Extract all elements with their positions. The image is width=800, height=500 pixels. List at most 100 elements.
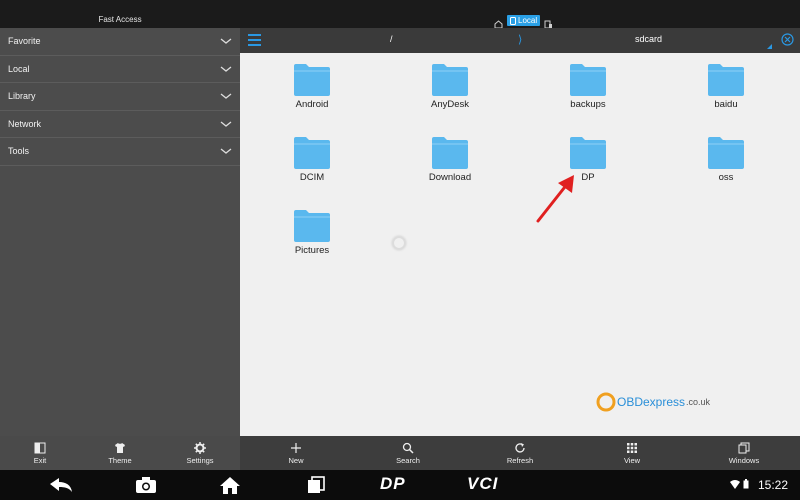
- grid-icon: [627, 442, 637, 453]
- folder-icon: [708, 137, 744, 169]
- battery-icon: [743, 479, 749, 489]
- settings-label: Settings: [186, 455, 214, 465]
- loading-spinner: [392, 236, 406, 250]
- folder-item[interactable]: backups: [548, 61, 628, 110]
- watermark-text: OBDexpress: [617, 395, 686, 409]
- folder-item[interactable]: AnyDesk: [410, 61, 490, 110]
- home-icon[interactable]: [219, 476, 241, 495]
- file-grid: Android AnyDesk backups baidu DCIM Download DP…: [240, 53, 800, 436]
- chevron-down-icon: [220, 66, 232, 72]
- chevron-down-icon: [220, 148, 232, 155]
- sidebar-item-label: Local: [8, 63, 30, 74]
- folder-name: Pictures: [294, 245, 330, 256]
- folder-item[interactable]: DCIM: [272, 134, 352, 183]
- obdexpress-logo-icon: [596, 392, 616, 412]
- folder-icon: [708, 64, 744, 96]
- folder-name: oss: [718, 172, 734, 183]
- chevron-down-icon: [220, 121, 232, 127]
- fast-access-title: Fast Access: [98, 15, 142, 24]
- sidebar-item-tools[interactable]: Tools: [0, 138, 240, 166]
- sidebar-item-label: Network: [8, 118, 42, 129]
- watermark-suffix: .co.uk: [686, 397, 711, 407]
- folder-icon: [294, 137, 330, 169]
- corner-triangle-icon: [767, 44, 772, 49]
- recent-apps-icon[interactable]: [306, 476, 326, 494]
- phone-icon: [510, 16, 516, 25]
- refresh-icon: [515, 442, 525, 453]
- window-tabs: Local: [494, 15, 553, 29]
- folder-item[interactable]: Android: [272, 61, 352, 110]
- settings-button[interactable]: Settings: [160, 436, 240, 470]
- refresh-button[interactable]: Refresh: [464, 436, 576, 470]
- dp-app-button[interactable]: DP: [380, 474, 406, 494]
- folder-item[interactable]: Pictures: [272, 207, 352, 256]
- view-button[interactable]: View: [576, 436, 688, 470]
- path-current[interactable]: sdcard: [635, 34, 662, 44]
- close-icon[interactable]: [781, 33, 794, 46]
- red-arrow-icon: [536, 175, 574, 223]
- sidebar-item-label: Library: [8, 91, 36, 102]
- folder-name: backups: [570, 99, 606, 110]
- menu-icon[interactable]: [248, 34, 261, 46]
- new-button[interactable]: New: [240, 436, 352, 470]
- home-tab-icon[interactable]: [494, 16, 503, 29]
- folder-item[interactable]: Download: [410, 134, 490, 183]
- sidebar-item-library[interactable]: Library: [0, 83, 240, 111]
- path-separator: ⟩: [518, 34, 523, 46]
- status-time: 15:22: [758, 478, 789, 492]
- exit-label: Exit: [33, 455, 47, 465]
- search-label: Search: [396, 455, 420, 465]
- search-icon: [402, 442, 414, 454]
- windows-icon: [738, 442, 750, 453]
- folder-name: baidu: [714, 99, 738, 110]
- folder-icon: [432, 64, 468, 96]
- view-label: View: [623, 455, 641, 465]
- path-bar: / ⟩ sdcard: [240, 28, 800, 53]
- folder-item[interactable]: oss: [686, 134, 766, 183]
- folder-icon: [570, 137, 606, 169]
- top-bar: Fast Access Local: [0, 0, 800, 29]
- sidebar-item-favorite[interactable]: Favorite: [0, 28, 240, 56]
- folder-item[interactable]: baidu: [686, 61, 766, 110]
- path-root[interactable]: /: [390, 34, 393, 44]
- camera-icon[interactable]: [135, 476, 157, 494]
- folder-name: DCIM: [299, 172, 325, 183]
- sidebar-item-label: Favorite: [8, 36, 41, 47]
- tab-local[interactable]: Local: [507, 15, 541, 26]
- theme-button[interactable]: Theme: [80, 436, 160, 470]
- sidebar-item-network[interactable]: Network: [0, 111, 240, 138]
- plus-icon: [291, 442, 301, 453]
- chevron-down-icon: [220, 93, 232, 100]
- folder-icon: [294, 64, 330, 96]
- windows-button[interactable]: Windows: [688, 436, 800, 470]
- gear-icon: [194, 441, 206, 454]
- folder-name: AnyDesk: [430, 99, 469, 110]
- search-button[interactable]: Search: [352, 436, 464, 470]
- watermark: OBDexpress .co.uk: [595, 391, 710, 413]
- toolbar-right: New Search Refresh View Windows: [240, 436, 800, 470]
- sidebar-item-local[interactable]: Local: [0, 56, 240, 83]
- exit-icon: [34, 442, 46, 453]
- folder-name: Download: [428, 172, 472, 183]
- refresh-label: Refresh: [506, 455, 534, 465]
- system-nav-bar: DP VCI 15:22: [0, 470, 800, 500]
- shirt-icon: [115, 442, 125, 453]
- status-icons: [730, 479, 749, 489]
- toolbar-left: Exit Theme Settings: [0, 436, 240, 470]
- folder-icon: [294, 210, 330, 242]
- back-icon[interactable]: [48, 476, 74, 494]
- new-label: New: [288, 455, 304, 465]
- folder-icon: [432, 137, 468, 169]
- fast-access-sidebar: Favorite Local Library Network Tools: [0, 28, 240, 436]
- folder-icon: [570, 64, 606, 96]
- vci-app-button[interactable]: VCI: [467, 474, 498, 494]
- chevron-down-icon: [220, 38, 232, 45]
- tab-local-label: Local: [518, 16, 538, 25]
- wifi-icon: [730, 479, 740, 489]
- sidebar-item-label: Tools: [8, 146, 30, 157]
- theme-label: Theme: [108, 455, 132, 465]
- exit-button[interactable]: Exit: [0, 436, 80, 470]
- windows-label: Windows: [728, 455, 760, 465]
- storage-tab-icon[interactable]: [544, 16, 553, 29]
- folder-name: Android: [295, 99, 329, 110]
